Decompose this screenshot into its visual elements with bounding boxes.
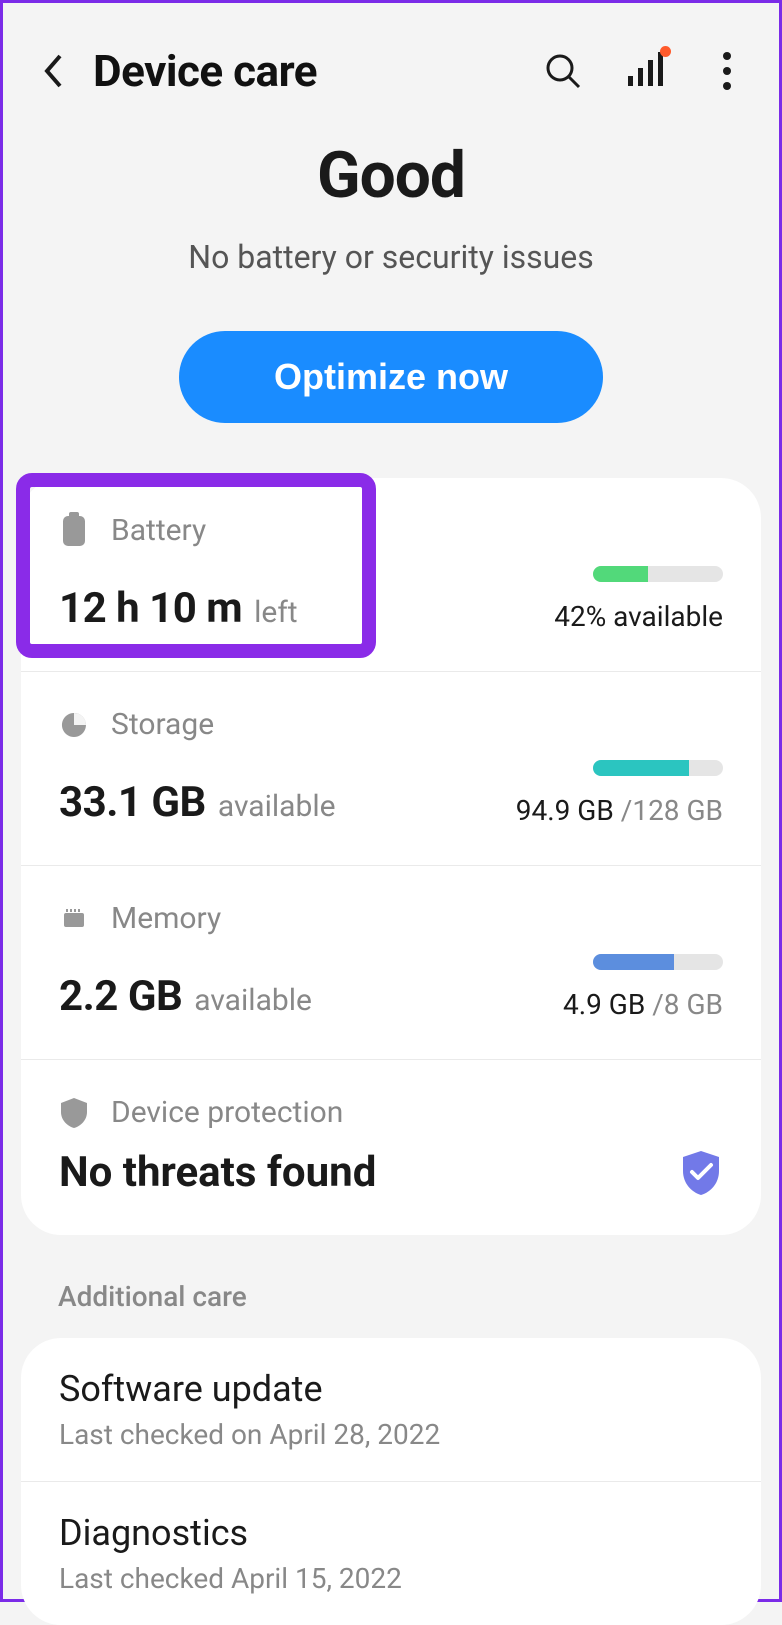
memory-value: 2.2 GB <box>59 972 182 1021</box>
back-button[interactable] <box>33 51 73 91</box>
battery-item[interactable]: Battery 12 h 10 m left 42% available <box>21 478 761 672</box>
chevron-left-icon <box>42 53 64 89</box>
signal-bars-icon <box>626 52 664 90</box>
battery-percent-text: 42% available <box>554 600 723 633</box>
battery-suffix: left <box>254 595 297 630</box>
storage-suffix: available <box>218 789 336 824</box>
storage-icon <box>59 710 89 740</box>
software-update-item[interactable]: Software update Last checked on April 28… <box>21 1338 761 1482</box>
signal-button[interactable] <box>623 49 667 93</box>
storage-used: 94.9 GB <box>516 794 614 827</box>
software-update-title: Software update <box>59 1368 723 1410</box>
memory-item[interactable]: Memory 2.2 GB available 4.9 GB /8 GB <box>21 866 761 1060</box>
memory-bar <box>593 954 723 970</box>
memory-usage-text: 4.9 GB /8 GB <box>563 988 723 1021</box>
shield-icon <box>59 1098 89 1128</box>
more-options-button[interactable] <box>705 49 749 93</box>
shield-check-icon <box>679 1149 723 1197</box>
memory-used: 4.9 GB <box>563 988 645 1021</box>
status-title: Good <box>33 138 749 213</box>
protection-label: Device protection <box>111 1095 343 1130</box>
memory-total: 8 GB <box>664 988 723 1021</box>
header-actions <box>541 49 749 93</box>
notification-dot <box>660 46 671 57</box>
storage-label: Storage <box>111 707 214 742</box>
diagnostics-sub: Last checked April 15, 2022 <box>59 1562 723 1595</box>
software-update-sub: Last checked on April 28, 2022 <box>59 1418 723 1451</box>
battery-bar <box>593 566 723 582</box>
battery-label: Battery <box>111 513 206 548</box>
memory-label: Memory <box>111 901 221 936</box>
battery-time: 12 h 10 m <box>59 584 242 633</box>
device-stats-card: Battery 12 h 10 m left 42% available Sto… <box>21 478 761 1235</box>
storage-usage-text: 94.9 GB /128 GB <box>516 794 723 827</box>
storage-bar <box>593 760 723 776</box>
memory-icon <box>59 904 89 934</box>
page-title: Device care <box>93 45 541 97</box>
status-subtitle: No battery or security issues <box>33 238 749 276</box>
storage-total: 128 GB <box>632 794 723 827</box>
search-button[interactable] <box>541 49 585 93</box>
diagnostics-title: Diagnostics <box>59 1512 723 1554</box>
diagnostics-item[interactable]: Diagnostics Last checked April 15, 2022 <box>21 1482 761 1625</box>
battery-icon <box>59 516 89 546</box>
additional-care-label: Additional care <box>3 1235 779 1338</box>
status-block: Good No battery or security issues Optim… <box>3 118 779 478</box>
search-icon <box>544 52 582 90</box>
protection-item[interactable]: Device protection No threats found <box>21 1060 761 1235</box>
optimize-button[interactable]: Optimize now <box>179 331 603 423</box>
memory-suffix: available <box>194 983 312 1018</box>
storage-item[interactable]: Storage 33.1 GB available 94.9 GB /128 G… <box>21 672 761 866</box>
header: Device care <box>3 3 779 118</box>
protection-status: No threats found <box>59 1148 376 1197</box>
storage-value: 33.1 GB <box>59 778 206 827</box>
more-vertical-icon <box>723 52 731 90</box>
additional-care-card: Software update Last checked on April 28… <box>21 1338 761 1625</box>
